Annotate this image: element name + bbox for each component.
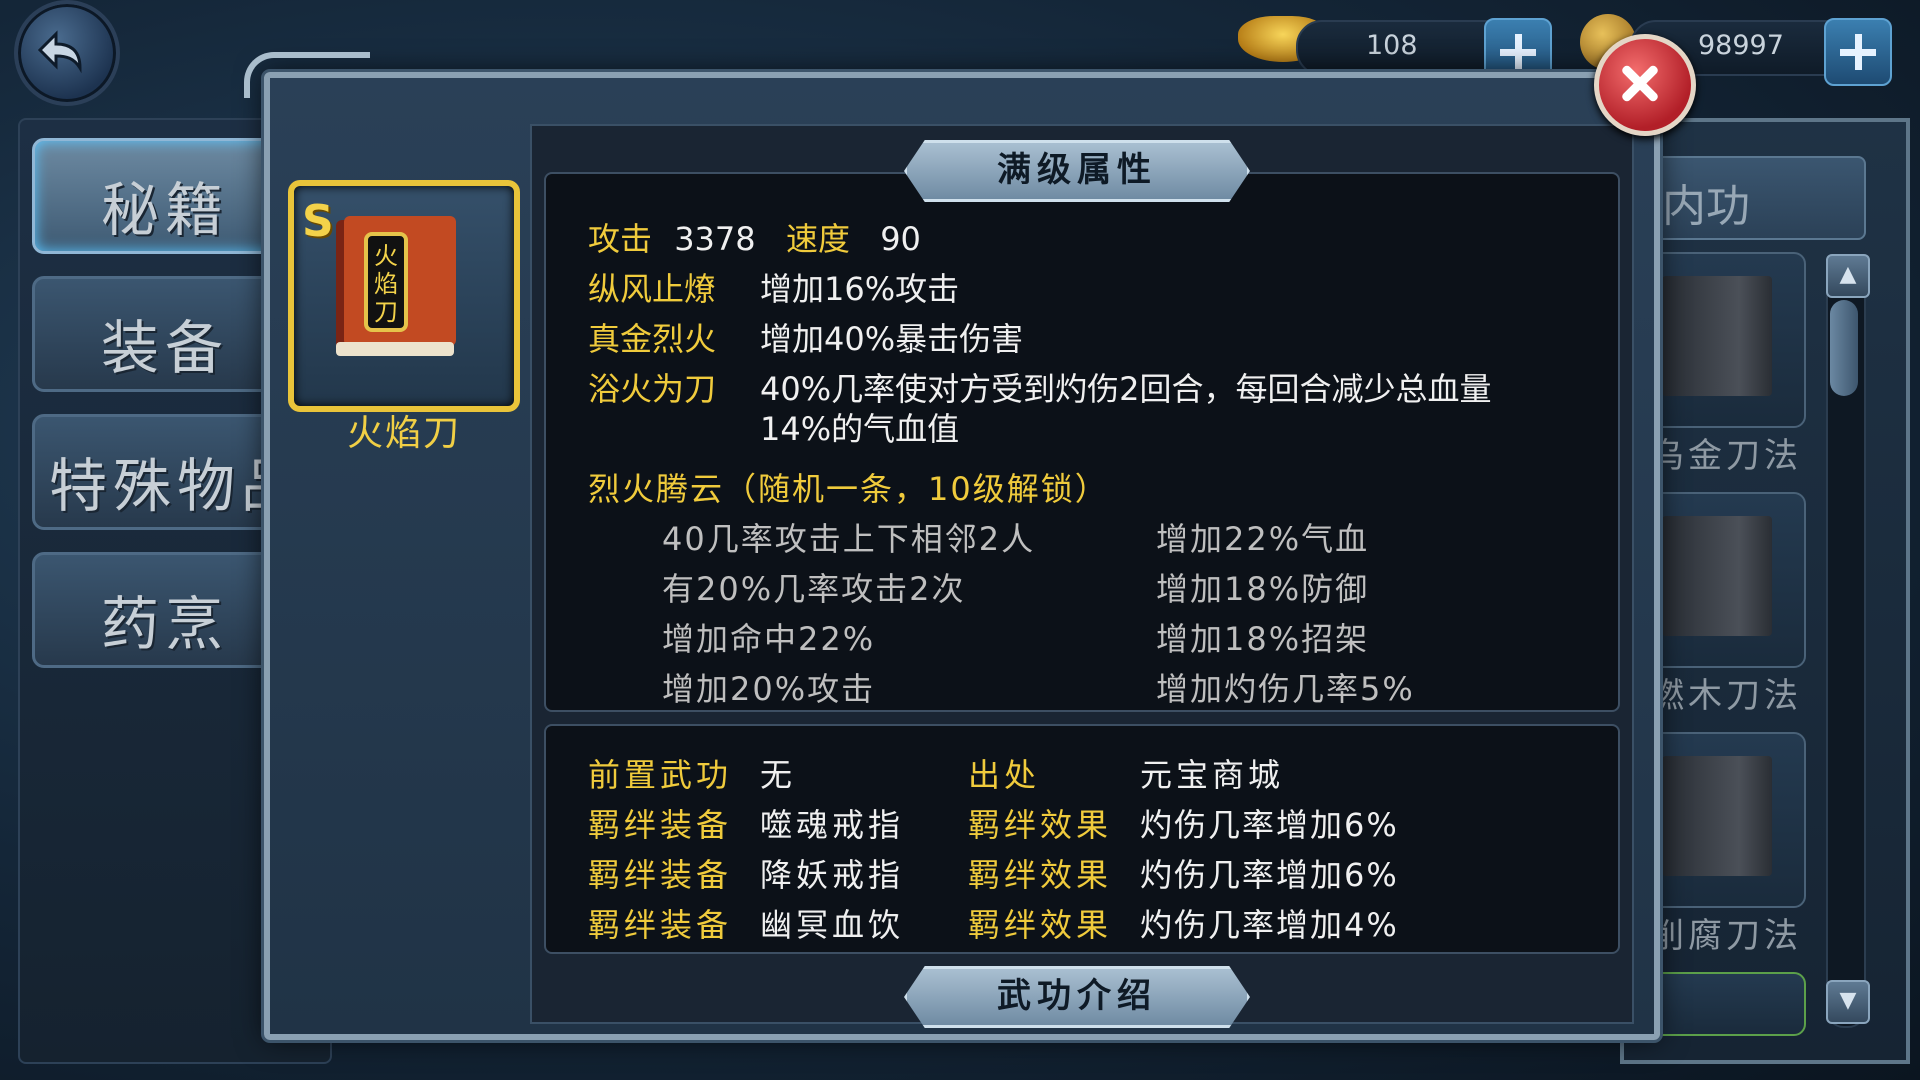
speed-stat: 速度 90 (786, 214, 921, 260)
tab-label: 秘籍 (100, 176, 229, 244)
random-effect: 增加灼伤几率5% (1156, 670, 1415, 708)
random-effect: 40几率攻击上下相邻2人 (662, 520, 1036, 558)
random-effect: 增加18%防御 (1156, 570, 1370, 608)
book-card[interactable] (1640, 732, 1806, 908)
scroll-down-button[interactable]: ▼ (1826, 980, 1870, 1024)
close-button[interactable] (1594, 34, 1696, 136)
book-card[interactable] (1640, 252, 1806, 428)
effect-name: 浴火为刀 (588, 370, 717, 408)
item-name: 火焰刀 (346, 413, 461, 454)
effect-desc: 增加40%暴击伤害 (760, 320, 1024, 358)
attack-label: 攻击 (588, 220, 653, 258)
back-arrow-icon (37, 30, 82, 74)
tab-medicine[interactable]: 药烹 (32, 552, 298, 668)
bond-effect: 灼伤几率增加6% (1140, 856, 1399, 894)
prereq-value: 无 (760, 756, 793, 794)
random-effect: 增加22%气血 (1156, 520, 1370, 558)
book-name: 削腐刀法 (1650, 916, 1802, 956)
flame-blade-book-icon: 火焰刀 (322, 210, 466, 370)
bond-effect: 灼伤几率增加4% (1140, 906, 1399, 944)
bond-equip-label: 羁绊装备 (588, 906, 733, 944)
book-icon (1662, 276, 1772, 396)
tab-special-items[interactable]: 特殊物品 (32, 414, 306, 530)
book-name: 乌金刀法 (1650, 436, 1802, 476)
attack-stat: 攻击 3378 (588, 214, 756, 260)
random-effect: 增加18%招架 (1156, 620, 1370, 658)
bond-effect: 灼伤几率增加6% (1140, 806, 1399, 844)
effect-name: 真金烈火 (588, 320, 717, 358)
tab-label: 特殊物品 (49, 452, 306, 520)
tab-inner-skill[interactable]: 内功 (1640, 156, 1866, 240)
prereq-label: 前置武功 (588, 756, 733, 794)
bond-equip: 噬魂戒指 (760, 806, 905, 844)
bond-equip: 幽冥血饮 (760, 906, 905, 944)
coin-count: 98997 (1698, 30, 1784, 61)
effect-desc-continued: 14%的气血值 (760, 410, 960, 448)
grade-badge: S (302, 196, 334, 247)
bond-equip-label: 羁绊装备 (588, 806, 733, 844)
back-button[interactable] (14, 0, 120, 106)
add-coins-button[interactable] (1824, 18, 1892, 86)
book-icon (1662, 516, 1772, 636)
source-value: 元宝商城 (1140, 756, 1285, 794)
effect-name: 纵风止燎 (588, 270, 717, 308)
tab-secret-books[interactable]: 秘籍 (32, 138, 298, 254)
book-cover-title: 火焰刀 (374, 242, 398, 326)
bond-effect-label: 羁绊效果 (968, 906, 1113, 944)
speed-value: 90 (880, 220, 921, 258)
random-effect: 增加20%攻击 (662, 670, 876, 708)
book-card[interactable] (1640, 492, 1806, 668)
random-effect-title: 烈火腾云（随机一条，10级解锁） (588, 470, 1109, 508)
random-effect: 增加命中22% (662, 620, 876, 658)
scrollbar-thumb[interactable] (1830, 300, 1858, 396)
source-label: 出处 (968, 756, 1041, 794)
section-title-full-level: 满级属性 (904, 140, 1250, 202)
gold-ingot-count: 108 (1366, 30, 1418, 61)
bond-equip-label: 羁绊装备 (588, 856, 733, 894)
tab-label: 装备 (100, 314, 229, 382)
book-icon (1662, 756, 1772, 876)
attack-value: 3378 (674, 220, 756, 258)
speed-label: 速度 (786, 220, 851, 258)
bond-equip: 降妖戒指 (760, 856, 905, 894)
bond-effect-label: 羁绊效果 (968, 856, 1113, 894)
cloud-ornament-icon (244, 52, 370, 98)
tab-equipment[interactable]: 装备 (32, 276, 298, 392)
random-effect: 有20%几率攻击2次 (662, 570, 966, 608)
tab-label: 内功 (1662, 181, 1750, 232)
effect-desc: 增加16%攻击 (760, 270, 960, 308)
tab-label: 药烹 (100, 590, 229, 658)
book-card[interactable] (1640, 972, 1806, 1036)
scroll-up-button[interactable]: ▲ (1826, 254, 1870, 298)
section-title-skill-intro: 武功介绍 (904, 966, 1250, 1028)
bond-effect-label: 羁绊效果 (968, 806, 1113, 844)
book-name: 燃木刀法 (1650, 676, 1802, 716)
